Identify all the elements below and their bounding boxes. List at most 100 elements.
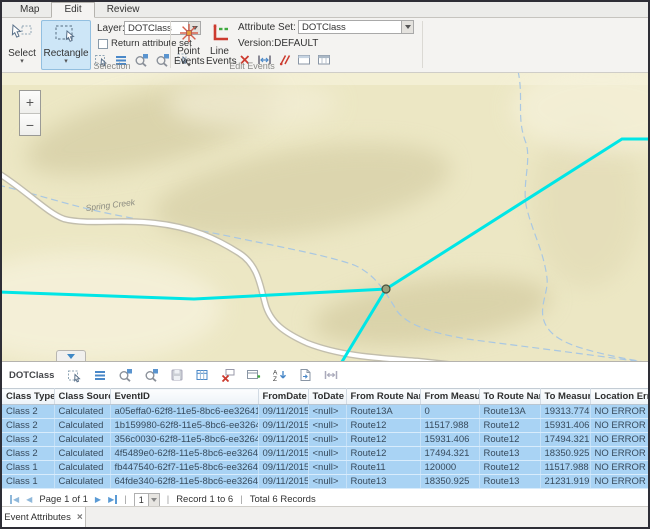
table-cell[interactable]: fb447540-62f7-11e5-8bc6-ee32641d5ec9 — [110, 461, 258, 475]
column-header[interactable]: To Route Name — [479, 389, 540, 405]
map-view[interactable]: Spring Creek + − — [2, 73, 648, 361]
point-events-button[interactable]: Point Events — [173, 20, 204, 70]
grid-table-icon[interactable] — [195, 368, 209, 382]
table-cell[interactable]: NO ERROR — [590, 461, 650, 475]
table-cell[interactable]: Calculated — [54, 447, 110, 461]
table-cell[interactable]: Route13 — [479, 447, 540, 461]
table-cell[interactable]: 1b159980-62f8-11e5-8bc6-ee32641d5ec9 — [110, 419, 258, 433]
table-cell[interactable]: 17494.321 — [420, 447, 479, 461]
table-cell[interactable]: Route12 — [346, 447, 420, 461]
table-cell[interactable]: Calculated — [54, 475, 110, 489]
table-cell[interactable]: NO ERROR — [590, 433, 650, 447]
table-cell[interactable]: 09/11/2015 — [258, 405, 308, 419]
table-cell[interactable]: Class 2 — [2, 419, 54, 433]
close-icon[interactable]: × — [77, 512, 83, 523]
page-number-arrow[interactable] — [148, 494, 159, 506]
grid-measure-icon[interactable] — [323, 368, 339, 382]
select-dropdown-caret[interactable]: ▾ — [6, 59, 38, 64]
table-cell[interactable]: 18350.925 — [540, 447, 590, 461]
table-cell[interactable]: Route13A — [346, 405, 420, 419]
grid-save-icon[interactable] — [170, 368, 184, 382]
table-cell[interactable]: a05effa0-62f8-11e5-8bc6-ee32641d5ec9 — [110, 405, 258, 419]
table-cell[interactable]: Route12 — [346, 433, 420, 447]
table-cell[interactable]: 09/11/2015 — [258, 461, 308, 475]
table-cell[interactable]: 4f5489e0-62f8-11e5-8bc6-ee32641d5ec9 — [110, 447, 258, 461]
table-cell[interactable]: 09/11/2015 — [258, 447, 308, 461]
table-row[interactable]: Class 1Calculated64fde340-62f8-11e5-8bc6… — [2, 475, 650, 489]
table-row[interactable]: Class 1Calculatedfb447540-62f7-11e5-8bc6… — [2, 461, 650, 475]
table-cell[interactable]: Route13 — [346, 475, 420, 489]
table-cell[interactable]: <null> — [308, 447, 346, 461]
table-cell[interactable]: 09/11/2015 — [258, 419, 308, 433]
table-cell[interactable]: 11517.988 — [420, 419, 479, 433]
tab-event-attributes[interactable]: Event Attributes × — [2, 507, 86, 527]
pan-to-selection-icon[interactable] — [155, 53, 170, 67]
table-cell[interactable]: Class 1 — [2, 461, 54, 475]
table-cell[interactable]: 15931.406 — [420, 433, 479, 447]
grid-delete-icon[interactable] — [220, 368, 235, 382]
table-cell[interactable]: NO ERROR — [590, 447, 650, 461]
table-cell[interactable]: Route12 — [479, 419, 540, 433]
table-cell[interactable]: 09/11/2015 — [258, 475, 308, 489]
grid-attribute-page-icon[interactable] — [298, 368, 312, 382]
zoom-in-button[interactable]: + — [20, 91, 40, 113]
grid-list-icon[interactable] — [93, 368, 107, 382]
grid-sort-icon[interactable]: AZ — [272, 368, 287, 382]
table-cell[interactable]: NO ERROR — [590, 475, 650, 489]
table-cell[interactable]: 19313.774 — [540, 405, 590, 419]
tab-map[interactable]: Map — [8, 3, 51, 17]
table-cell[interactable]: Class 2 — [2, 405, 54, 419]
table-cell[interactable]: 09/11/2015 — [258, 433, 308, 447]
attribute-set-combobox[interactable]: DOTClass — [298, 20, 414, 34]
table-cell[interactable]: <null> — [308, 419, 346, 433]
table-cell[interactable]: 120000 — [420, 461, 479, 475]
table-cell[interactable]: Route12 — [479, 461, 540, 475]
grid-pan-selected-icon[interactable] — [144, 368, 159, 382]
column-header[interactable]: Class Source — [54, 389, 110, 405]
table-row[interactable]: Class 2Calculateda05effa0-62f8-11e5-8bc6… — [2, 405, 650, 419]
table-cell[interactable]: Calculated — [54, 461, 110, 475]
table-cell[interactable]: Calculated — [54, 419, 110, 433]
column-header[interactable]: FromDate — [258, 389, 308, 405]
table-cell[interactable]: 64fde340-62f8-11e5-8bc6-ee32641d5ec9 — [110, 475, 258, 489]
table-cell[interactable]: 18350.925 — [420, 475, 479, 489]
table-cell[interactable]: <null> — [308, 475, 346, 489]
table-cell[interactable]: Calculated — [54, 405, 110, 419]
column-header[interactable]: To Measure — [540, 389, 590, 405]
attribute-set-dropdown-arrow[interactable] — [401, 21, 413, 33]
table-cell[interactable]: 11517.988 — [540, 461, 590, 475]
table-cell[interactable]: Class 1 — [2, 475, 54, 489]
previous-page-button[interactable]: ◀ — [26, 495, 32, 504]
column-header[interactable]: Location Error — [590, 389, 650, 405]
first-page-button[interactable]: ◀ — [10, 495, 19, 504]
zoom-out-button[interactable]: − — [20, 113, 40, 135]
table-cell[interactable]: <null> — [308, 405, 346, 419]
event-attributes-window-icon[interactable] — [297, 53, 311, 66]
table-cell[interactable]: Route13 — [479, 475, 540, 489]
table-cell[interactable]: Route12 — [346, 419, 420, 433]
return-attribute-set-checkbox[interactable] — [98, 39, 108, 49]
tab-edit[interactable]: Edit — [51, 2, 94, 18]
table-cell[interactable]: <null> — [308, 433, 346, 447]
tab-review[interactable]: Review — [95, 3, 152, 17]
table-row[interactable]: Class 2Calculated4f5489e0-62f8-11e5-8bc6… — [2, 447, 650, 461]
page-number-dropdown[interactable]: 1 — [134, 493, 160, 507]
table-cell[interactable]: <null> — [308, 461, 346, 475]
next-page-button[interactable]: ▶ — [95, 495, 101, 504]
grid-add-record-icon[interactable] — [246, 368, 261, 382]
table-cell[interactable]: Class 2 — [2, 433, 54, 447]
table-cell[interactable]: Route11 — [346, 461, 420, 475]
table-cell[interactable]: Route12 — [479, 433, 540, 447]
select-tool-button[interactable]: Select ▾ — [5, 20, 39, 70]
table-cell[interactable]: 21231.919 — [540, 475, 590, 489]
table-cell[interactable]: NO ERROR — [590, 405, 650, 419]
table-cell[interactable]: 15931.406 — [540, 419, 590, 433]
column-header[interactable]: ToDate — [308, 389, 346, 405]
table-cell[interactable]: Route13A — [479, 405, 540, 419]
column-header[interactable]: From Measure — [420, 389, 479, 405]
table-cell[interactable]: Calculated — [54, 433, 110, 447]
table-cell[interactable]: Class 2 — [2, 447, 54, 461]
column-header[interactable]: From Route Name — [346, 389, 420, 405]
table-cell[interactable]: 17494.321 — [540, 433, 590, 447]
grid-select-icon[interactable] — [67, 368, 82, 383]
